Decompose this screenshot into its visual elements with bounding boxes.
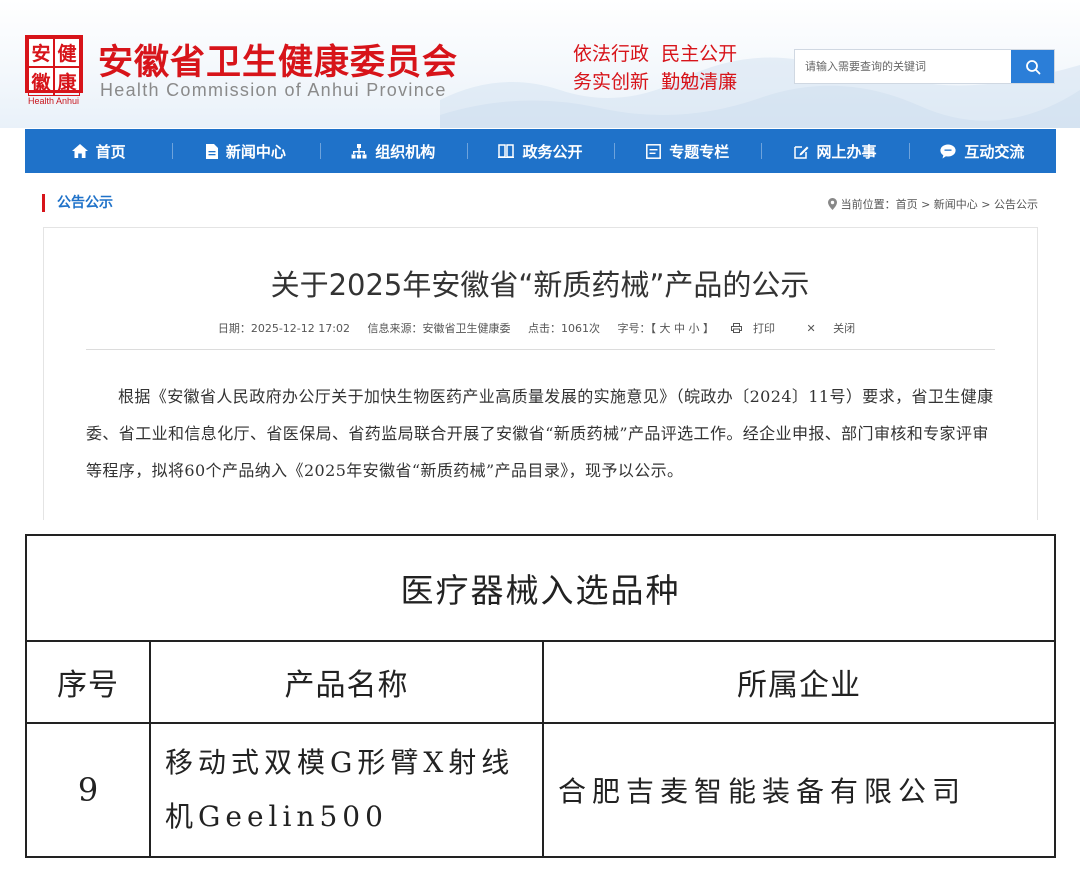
- logo-tagline: Health Anhui: [28, 96, 80, 106]
- close-button[interactable]: ✕ 关闭: [799, 322, 862, 335]
- cell-no: 9: [27, 724, 151, 856]
- nav-item-organization[interactable]: 组织机构: [319, 129, 467, 173]
- content-gap: [0, 520, 1080, 534]
- font-size-control[interactable]: 字号：【 大 中 小 】: [617, 322, 714, 335]
- nav-item-topics[interactable]: 专题专栏: [614, 129, 761, 173]
- motto-line-2: 务实创新 勤勉清廉: [573, 71, 738, 93]
- article-source: 信息来源：安徽省卫生健康委: [367, 322, 511, 335]
- nav-item-interaction[interactable]: 互动交流: [908, 129, 1056, 173]
- breadcrumb-text[interactable]: 当前位置：首页 > 新闻中心 > 公告公示: [841, 196, 1038, 212]
- article-date: 日期：2025-12-12 17:02: [217, 322, 350, 335]
- header-cell-product: 产品名称: [151, 642, 544, 722]
- site-logo[interactable]: 安 健 徽 康: [25, 35, 83, 96]
- site-subtitle: Health Commission of Anhui Province: [100, 80, 447, 100]
- home-icon: [71, 144, 88, 158]
- list-icon: [646, 143, 662, 159]
- nav-item-news[interactable]: 新闻中心: [172, 129, 319, 173]
- document-icon: [205, 143, 218, 159]
- section-label[interactable]: 公告公示: [42, 194, 113, 212]
- location-pin-icon: [827, 198, 837, 210]
- site-title[interactable]: 安徽省卫生健康委员会: [98, 34, 458, 85]
- search-input[interactable]: [795, 50, 1011, 83]
- main-nav: 首页 新闻中心 组织机构 政务公开 专题专栏 网上办事 互动交流: [25, 129, 1056, 173]
- close-icon: ✕: [806, 322, 816, 335]
- header-cell-company: 所属企业: [737, 668, 861, 703]
- article-title: 关于2025年安徽省“新质药械”产品的公示: [270, 268, 810, 302]
- printer-icon: [731, 323, 743, 333]
- meta-divider: [86, 349, 995, 350]
- article-body: 根据《安徽省人民政府办公厅关于加快生物医药产业高质量发展的实施意见》（皖政办〔2…: [86, 387, 994, 480]
- search-box: [794, 49, 1055, 84]
- table-caption: 医疗器械入选品种: [27, 536, 1054, 642]
- article-meta: 日期：2025-12-12 17:02 信息来源：安徽省卫生健康委 点击：106…: [0, 320, 1080, 336]
- search-button[interactable]: [1011, 50, 1054, 83]
- nav-item-gov-affairs[interactable]: 政务公开: [466, 129, 614, 173]
- nav-item-home[interactable]: 首页: [25, 129, 172, 173]
- article-hits: 点击：1061次: [527, 322, 600, 335]
- edit-icon: [793, 145, 809, 159]
- search-icon: [1025, 59, 1040, 74]
- motto-line-1: 依法行政 民主公开: [573, 43, 738, 65]
- chat-icon: [940, 144, 956, 158]
- breadcrumb: 当前位置：首页 > 新闻中心 > 公告公示: [827, 196, 1038, 212]
- book-icon: [498, 144, 515, 158]
- cell-company: 合肥吉麦智能装备有限公司: [558, 775, 967, 808]
- nav-item-online-service[interactable]: 网上办事: [761, 129, 908, 173]
- org-chart-icon: [351, 143, 367, 158]
- table-row: 9 移动式双模G形臂X射线机Geelin500 合肥吉麦智能装备有限公司: [27, 724, 1054, 856]
- selection-table: 医疗器械入选品种 序号 产品名称 所属企业 9 移动式双模G形臂X射线机Geel…: [25, 534, 1056, 858]
- table-header-row: 序号 产品名称 所属企业: [27, 642, 1054, 724]
- site-header: 安 健 徽 康 Health Anhui 安徽省卫生健康委员会 Health C…: [0, 0, 1080, 128]
- motto: 依法行政 民主公开 务实创新 勤勉清廉: [573, 40, 737, 96]
- header-cell-no: 序号: [27, 642, 151, 722]
- cell-product: 移动式双模G形臂X射线机Geelin500: [151, 724, 544, 856]
- print-button[interactable]: 打印: [731, 322, 785, 335]
